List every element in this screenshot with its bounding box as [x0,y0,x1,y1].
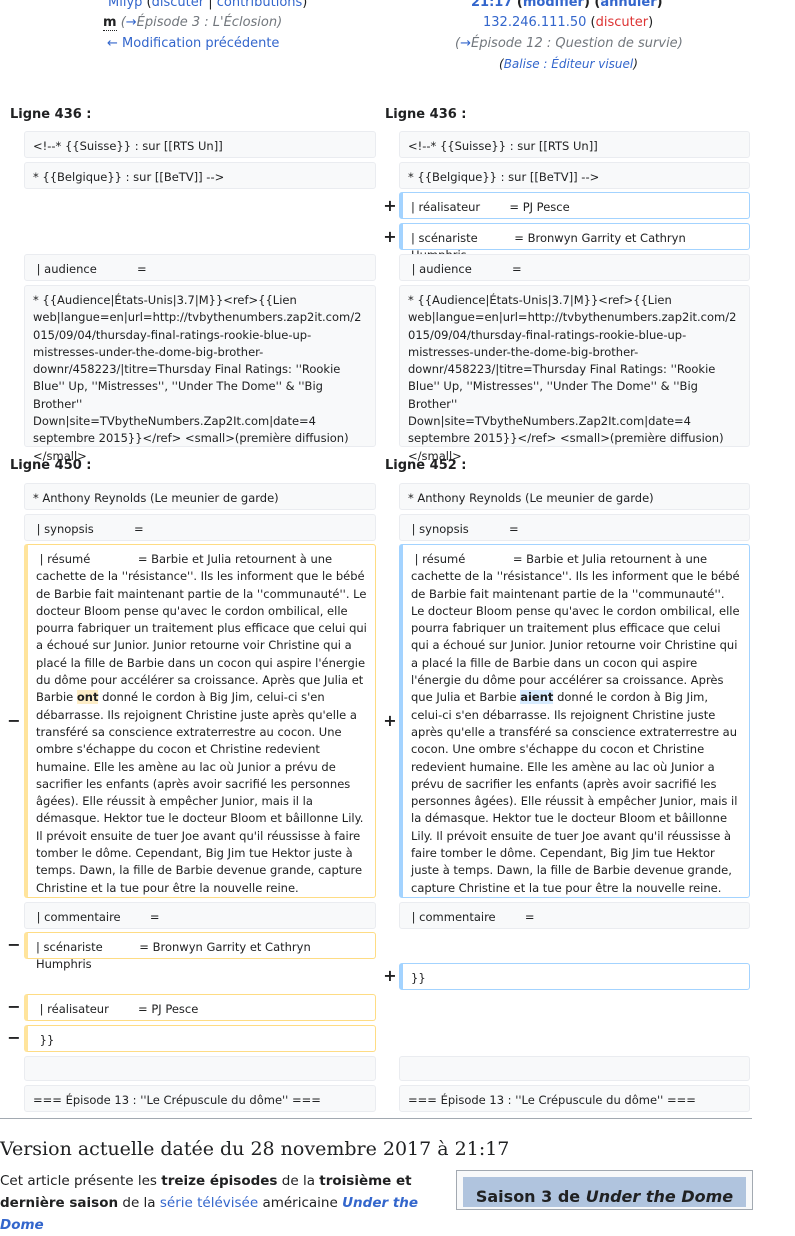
intro-text: américaine [258,1195,343,1211]
modify-link[interactable]: modifier [523,0,584,10]
left-talk-link[interactable]: discuter [152,0,204,10]
left-summary-line: m (→Épisode 3 : L'Éclosion) [103,15,283,31]
context-left-audience-ref: * {{Audience|États-Unis|3.7|M}}<ref>{{Li… [24,285,376,463]
undo-link[interactable]: annuler [600,0,656,10]
context-right-episode13: === Épisode 13 : ''Le Crépuscule du dôme… [399,1085,750,1112]
context-right-empty [399,1056,750,1081]
line-number-right-b: Ligne 452 : [385,458,467,473]
tag-value[interactable]: Éditeur visuel [551,57,633,71]
context-right-audience-ref: * {{Audience|États-Unis|3.7|M}}<ref>{{Li… [399,285,750,463]
context-right-suisse: <!--* {{Suisse}} : sur [[RTS Un]] [399,131,750,158]
added-word: aient [520,690,554,705]
context-left-empty [24,1056,376,1081]
right-ip-line: 132.246.111.50 (discuter) [483,15,654,30]
infobox-title: Saison 3 de Under the Dome [463,1177,746,1207]
left-summary-text: Épisode 3 : L'Éclosion [136,15,278,30]
resume-text-after: donné le cordon à Big Jim, celui-ci s'en… [411,690,742,895]
line-number-left-a: Ligne 436 : [10,107,92,122]
right-summary-line: (→Épisode 12 : Question de survie) [455,36,683,51]
right-summary-arrow[interactable]: → [460,36,471,51]
tag-line: (Balise : Éditeur visuel) [499,57,638,71]
resume-text-before: | résumé = Barbie et Julia retournent à … [411,552,744,705]
context-right-synopsis: | synopsis = [399,514,750,541]
infobox-title-italic: Under the Dome [585,1187,734,1206]
left-contrib-link[interactable]: contributions [217,0,303,10]
added-line-close: }} [399,963,750,990]
left-author-line: Milyp (discuter | contributions) [108,0,307,10]
context-left-audience: | audience = [24,254,376,281]
deleted-line-realisateur: | réalisateur = PJ Pesce [24,994,376,1021]
intro-paragraph: Cet article présente les treize épisodes… [0,1170,440,1236]
right-time-link[interactable]: 21:17 [471,0,512,10]
context-left-commentaire: | commentaire = [24,902,376,929]
line-number-left-b: Ligne 450 : [10,458,92,473]
deleted-line-resume: | résumé = Barbie et Julia retournent à … [24,544,376,898]
intro-text: de la [277,1173,320,1189]
remove-marker: − [7,935,21,954]
resume-text-after: donné le cordon à Big Jim, celui-ci s'en… [36,690,368,895]
context-right-commentaire: | commentaire = [399,902,750,929]
divider [0,1118,752,1119]
deleted-line-scenariste: | scénariste = Bronwyn Garrity et Cathry… [24,932,376,971]
infobox-title-text: Saison 3 de [475,1187,586,1206]
add-marker: + [383,966,397,985]
right-time-line: 21:17 (modifier) (annuler) [471,0,663,10]
serie-tv-link[interactable]: série télévisée [160,1195,258,1211]
right-ip-link[interactable]: 132.246.111.50 [483,15,586,30]
right-summary-text: Épisode 12 : Question de survie [470,36,678,51]
add-marker: + [383,196,397,215]
context-left-synopsis: | synopsis = [24,514,376,541]
context-left-episode13: === Épisode 13 : ''Le Crépuscule du dôme… [24,1085,376,1112]
resume-text-before: | résumé = Barbie et Julia retournent à … [36,552,371,705]
remove-marker: − [7,997,21,1016]
left-user-link[interactable]: Milyp [108,0,142,10]
added-line-scenariste: | scénariste = Bronwyn Garrity et Cathry… [399,223,750,262]
context-right-belgique: * {{Belgique}} : sur [[BeTV]] --> [399,162,750,189]
remove-marker: − [7,711,21,730]
added-line-realisateur: | réalisateur = PJ Pesce [399,192,750,219]
context-left-belgique: * {{Belgique}} : sur [[BeTV]] --> [24,162,376,189]
tag-label[interactable]: Balise : [504,57,548,71]
infobox: Saison 3 de Under the Dome [456,1170,753,1210]
intro-text: Cet article présente les [0,1173,162,1189]
right-talk-link[interactable]: discuter [596,15,648,30]
minor-edit-flag: m [103,15,117,31]
intro-text: de la [118,1195,160,1211]
remove-marker: − [7,1028,21,1047]
intro-bold-1: treize épisodes [161,1173,278,1189]
deleted-word: ont [76,690,99,705]
add-marker: + [383,227,397,246]
deleted-line-close: }} [24,1025,376,1052]
add-marker: + [383,711,397,730]
context-left-anthony: * Anthony Reynolds (Le meunier de garde) [24,483,376,510]
prev-edit-link[interactable]: ← Modification précédente [107,36,279,51]
version-title: Version actuelle datée du 28 novembre 20… [0,1138,510,1160]
added-line-resume: | résumé = Barbie et Julia retournent à … [399,544,750,898]
left-summary-arrow[interactable]: → [126,15,137,30]
line-number-right-a: Ligne 436 : [385,107,467,122]
context-right-anthony: * Anthony Reynolds (Le meunier de garde) [399,483,750,510]
context-right-audience: | audience = [399,254,750,281]
context-left-suisse: <!--* {{Suisse}} : sur [[RTS Un]] [24,131,376,158]
